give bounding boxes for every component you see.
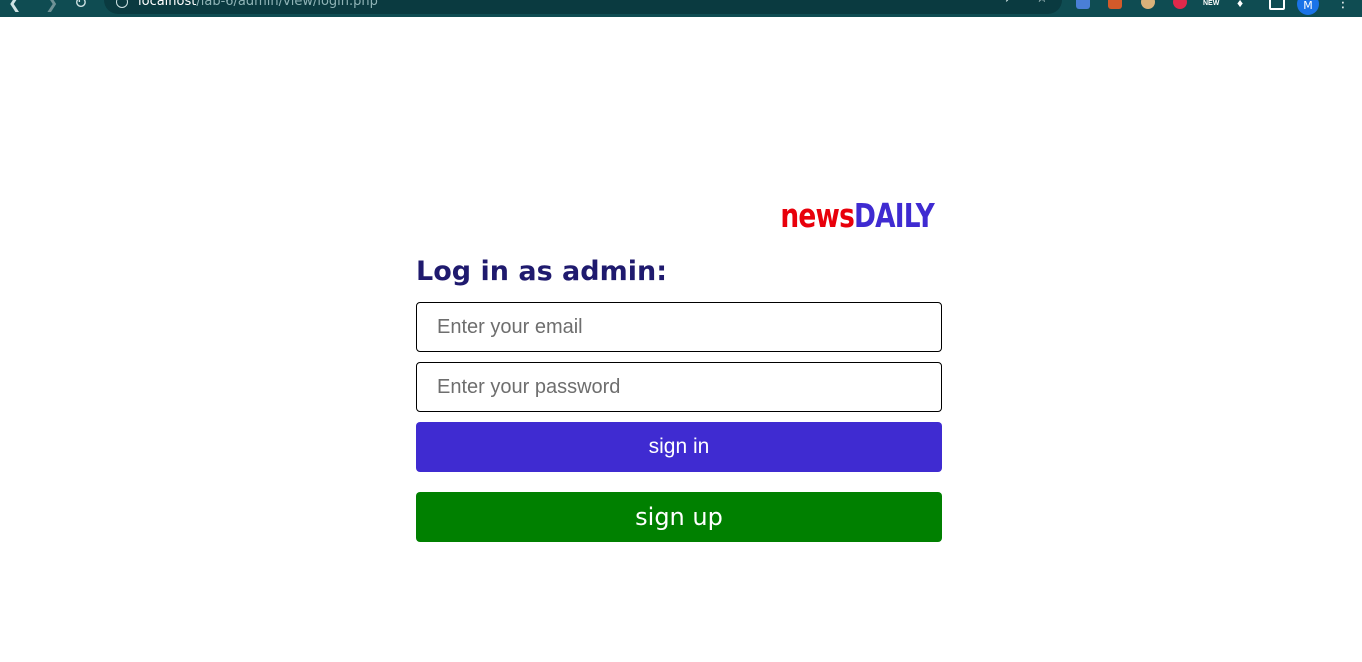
forward-icon[interactable]: ❯ — [45, 0, 58, 12]
extension-icon[interactable] — [1076, 0, 1090, 9]
reload-icon[interactable]: ↻ — [74, 0, 87, 12]
site-info-icon[interactable] — [116, 0, 128, 8]
bookmark-star-icon[interactable]: ☆ — [1036, 0, 1048, 6]
side-panel-icon[interactable] — [1269, 0, 1285, 10]
share-icon[interactable]: ↗ — [1004, 0, 1015, 6]
brand-logo: newsDAILY — [521, 190, 942, 242]
brand-news: news — [780, 196, 854, 235]
sign-in-button[interactable]: sign in — [416, 422, 942, 472]
url-path: /lab-6/admin/view/login.php — [196, 0, 378, 9]
extension-icon[interactable] — [1108, 0, 1122, 9]
url-host: localhost — [138, 0, 197, 9]
address-bar[interactable]: localhost/lab-6/admin/view/login.php ↗ ☆ — [104, 0, 1062, 14]
extension-icon[interactable] — [1141, 0, 1155, 9]
new-badge-extension-icon[interactable]: NEW — [1203, 0, 1221, 11]
password-field[interactable] — [416, 362, 942, 412]
browser-toolbar: ❮ ❯ ↻ localhost/lab-6/admin/view/login.p… — [0, 0, 1362, 17]
sign-up-button[interactable]: sign up — [416, 492, 942, 542]
login-panel: newsDAILY Log in as admin: sign in sign … — [416, 190, 942, 542]
url-text[interactable]: localhost/lab-6/admin/view/login.php — [138, 0, 378, 9]
brand-daily: DAILY — [854, 196, 935, 235]
browser-menu-icon[interactable]: ⋮ — [1336, 0, 1350, 10]
extension-icon[interactable] — [1173, 0, 1187, 9]
email-field[interactable] — [416, 302, 942, 352]
login-heading: Log in as admin: — [416, 256, 668, 287]
back-icon[interactable]: ❮ — [8, 0, 21, 12]
profile-avatar[interactable]: M — [1297, 0, 1319, 15]
puzzle-extensions-icon[interactable]: ♦ — [1237, 0, 1251, 10]
